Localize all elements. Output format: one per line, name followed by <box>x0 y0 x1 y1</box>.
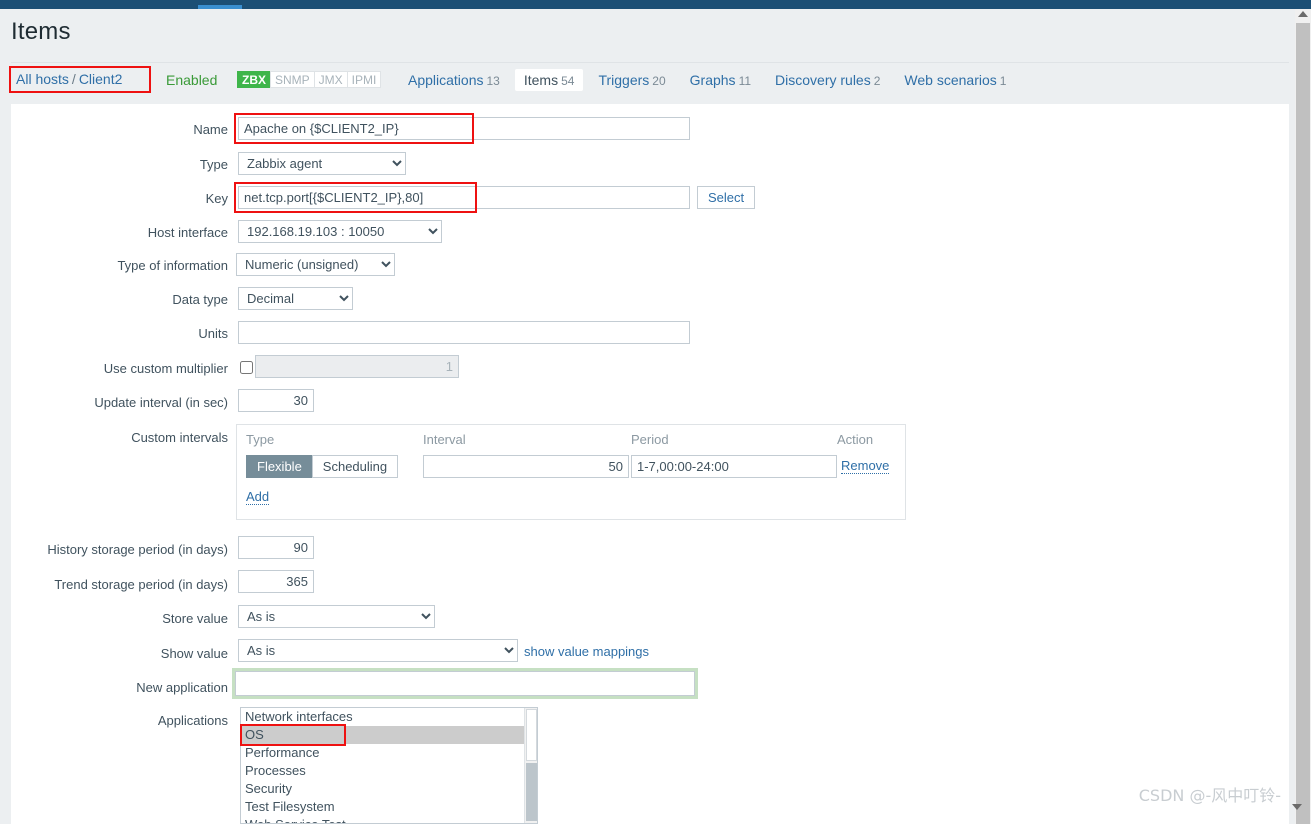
custom-interval-add-link[interactable]: Add <box>246 489 270 505</box>
tab-discovery-rules-count: 2 <box>873 74 881 88</box>
custom-multiplier-input <box>255 355 459 378</box>
name-input[interactable] <box>238 117 690 140</box>
applications-scrollbar-thumb[interactable] <box>526 763 537 821</box>
data-type-label: Data type <box>172 292 228 307</box>
custom-intervals-table: Type Interval Period Action Flexible Sch… <box>236 424 906 520</box>
nav-active-indicator <box>198 5 242 9</box>
tab-web-scenarios-label: Web scenarios <box>904 72 997 88</box>
show-value-mappings-link[interactable]: show value mappings <box>524 644 649 659</box>
custom-interval-delay-input[interactable] <box>423 455 629 478</box>
type-of-information-label: Type of information <box>117 258 228 273</box>
protocol-badge-group: ZBX SNMP JMX IPMI <box>237 71 382 88</box>
applications-listbox-scrollbar[interactable] <box>524 708 537 823</box>
history-storage-input[interactable] <box>238 536 314 559</box>
protocol-badge-snmp[interactable]: SNMP <box>270 71 315 88</box>
tab-triggers-label: Triggers <box>598 72 650 88</box>
applications-option-performance[interactable]: Performance <box>241 744 537 762</box>
tab-graphs[interactable]: Graphs 11 <box>681 69 760 91</box>
applications-option-os[interactable]: OS <box>241 726 537 744</box>
page-title: Items <box>11 18 71 45</box>
history-storage-label: History storage period (in days) <box>47 542 228 557</box>
key-input[interactable] <box>238 186 690 209</box>
use-custom-multiplier-checkbox[interactable] <box>240 361 253 374</box>
trend-storage-label: Trend storage period (in days) <box>54 577 228 592</box>
applications-scrollbar-track <box>526 709 537 761</box>
breadcrumb-host-client2[interactable]: Client2 <box>79 71 123 87</box>
watermark-text: CSDN @-风中叮铃- <box>1138 786 1281 805</box>
interval-type-scheduling-button[interactable]: Scheduling <box>311 455 399 478</box>
custom-interval-period-input[interactable] <box>631 455 837 478</box>
page-scrollbar-thumb[interactable] <box>1296 23 1310 824</box>
tab-applications-label: Applications <box>408 72 484 88</box>
store-value-label: Store value <box>162 611 228 626</box>
applications-option-test-filesystem[interactable]: Test Filesystem <box>241 798 537 816</box>
new-application-input[interactable] <box>235 671 695 696</box>
protocol-badge-jmx[interactable]: JMX <box>313 71 348 88</box>
tab-applications-count: 13 <box>486 74 500 88</box>
protocol-badge-zbx[interactable]: ZBX <box>237 71 271 88</box>
applications-label: Applications <box>157 713 228 728</box>
host-tab-bar: All hosts / Client2 Enabled ZBX SNMP JMX I… <box>11 63 1289 96</box>
key-select-button[interactable]: Select <box>697 186 756 209</box>
update-interval-input[interactable] <box>238 389 314 412</box>
type-label: Type <box>199 157 228 172</box>
applications-option-web-service-test[interactable]: Web Service Test <box>241 816 537 823</box>
store-value-select[interactable]: As is <box>238 605 435 628</box>
custom-intervals-label: Custom intervals <box>131 430 228 445</box>
host-interface-select[interactable]: 192.168.19.103 : 10050 <box>238 220 442 243</box>
units-input[interactable] <box>238 321 690 344</box>
tab-items-count: 54 <box>561 74 575 88</box>
tab-applications[interactable]: Applications 13 <box>399 69 509 91</box>
show-value-label: Show value <box>160 646 228 661</box>
page-scrollbar[interactable] <box>1295 9 1311 824</box>
tab-items-label: Items <box>523 72 559 88</box>
custom-intervals-col-interval: Interval <box>423 432 466 447</box>
entity-tabs: Applications 13 Items 54 Triggers 20 Graphs… <box>399 69 1021 91</box>
tab-graphs-label: Graphs <box>689 72 736 88</box>
tab-web-scenarios-count: 1 <box>999 74 1007 88</box>
trend-storage-input[interactable] <box>238 570 314 593</box>
show-value-select[interactable]: As is <box>238 639 518 662</box>
tab-discovery-rules-label: Discovery rules <box>775 72 871 88</box>
new-application-label: New application <box>136 680 228 695</box>
applications-option-security[interactable]: Security <box>241 780 537 798</box>
breadcrumb: All hosts / Client2 <box>16 71 122 87</box>
key-label: Key <box>205 191 228 206</box>
new-application-highlight <box>232 668 698 699</box>
type-of-information-select[interactable]: Numeric (unsigned) <box>236 253 395 276</box>
tab-items[interactable]: Items 54 <box>514 69 584 91</box>
type-select[interactable]: Zabbix agent <box>238 152 406 175</box>
applications-option-processes[interactable]: Processes <box>241 762 537 780</box>
host-interface-label: Host interface <box>147 225 228 240</box>
host-status-badge[interactable]: Enabled <box>166 72 217 88</box>
tab-web-scenarios[interactable]: Web scenarios 1 <box>895 69 1015 91</box>
protocol-badge-ipmi[interactable]: IPMI <box>346 71 382 88</box>
scroll-up-arrow-icon[interactable] <box>1298 11 1308 17</box>
breadcrumb-all-hosts[interactable]: All hosts <box>16 71 69 87</box>
applications-option-network-interfaces[interactable]: Network interfaces <box>241 708 537 726</box>
name-label: Name <box>193 122 228 137</box>
custom-intervals-col-action: Action <box>837 432 874 447</box>
tab-graphs-count: 11 <box>738 74 752 88</box>
data-type-select[interactable]: Decimal <box>238 287 353 310</box>
custom-interval-remove-link[interactable]: Remove <box>841 458 890 474</box>
custom-intervals-col-period: Period <box>631 432 669 447</box>
top-navigation-bar[interactable] <box>0 0 1311 9</box>
tab-triggers-count: 20 <box>652 74 666 88</box>
custom-intervals-col-type: Type <box>246 432 275 447</box>
applications-listbox[interactable]: Network interfaces OS Performance Proces… <box>240 707 538 824</box>
breadcrumb-separator: / <box>71 71 76 87</box>
use-custom-multiplier-label: Use custom multiplier <box>103 361 228 376</box>
interval-type-flexible-button[interactable]: Flexible <box>246 455 313 478</box>
tab-discovery-rules[interactable]: Discovery rules 2 <box>766 69 889 91</box>
tab-triggers[interactable]: Triggers 20 <box>589 69 674 91</box>
interval-type-toggle: Flexible Scheduling <box>246 455 399 478</box>
update-interval-label: Update interval (in sec) <box>94 395 228 410</box>
scroll-down-arrow-icon[interactable] <box>1292 804 1302 810</box>
units-label: Units <box>198 326 228 341</box>
